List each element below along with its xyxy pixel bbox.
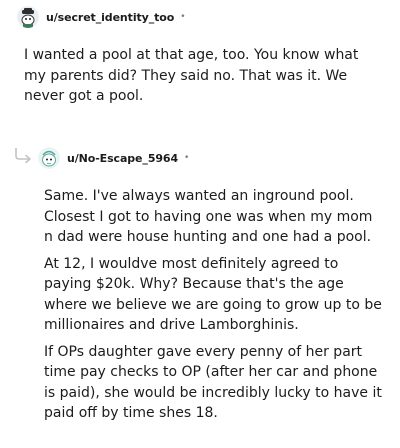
comment-body: Same. I've always wanted an inground poo… xyxy=(44,186,384,430)
comment-body: I wanted a pool at that age, too. You kn… xyxy=(24,45,382,113)
meta-separator: • xyxy=(180,12,186,22)
username-link[interactable]: u/secret_identity_too xyxy=(46,11,174,24)
snoo-avatar-icon[interactable] xyxy=(17,6,39,28)
comment-header: u/No-Escape_5964 • xyxy=(38,147,189,169)
comment-paragraph: If OPs daughter gave every penny of her … xyxy=(44,343,382,422)
comment-paragraph: I wanted a pool at that age, too. You kn… xyxy=(24,47,359,104)
snoo-avatar-icon[interactable] xyxy=(38,147,60,169)
comment-paragraph: At 12, I wouldve most definitely agreed … xyxy=(44,255,382,334)
username-link[interactable]: u/No-Escape_5964 xyxy=(67,152,178,165)
reply-arrow-icon xyxy=(14,148,34,164)
comment-header: u/secret_identity_too • xyxy=(17,6,186,28)
comment-paragraph: Same. I've always wanted an inground poo… xyxy=(44,188,373,245)
meta-separator: • xyxy=(184,153,190,163)
